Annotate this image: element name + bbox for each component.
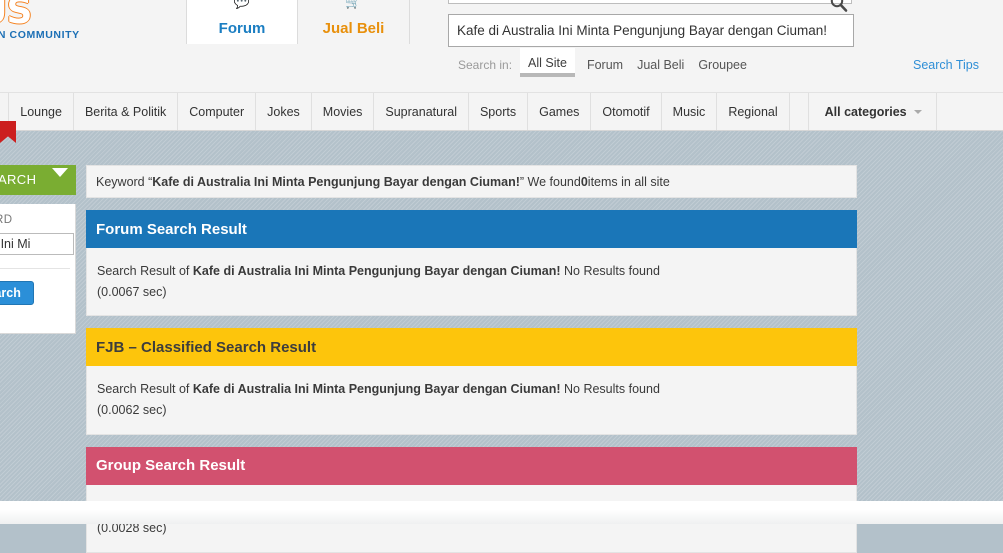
chevron-down-icon [913, 109, 922, 114]
nav-item-games[interactable]: Games [528, 93, 592, 130]
secondary-input-clipped[interactable] [448, 0, 852, 4]
keyword-prefix: Keyword “ [96, 174, 153, 189]
browser-bottom-chrome [0, 501, 1003, 524]
search-tips-link[interactable]: Search Tips [913, 56, 1003, 72]
nav-spacer [790, 93, 809, 130]
search-in-label: Search in: [458, 58, 513, 72]
logo-wordmark: KUS [0, 0, 32, 32]
category-navbar: s Lounge Berita & Politik Computer Jokes… [0, 92, 1003, 131]
scope-groupee[interactable]: Groupee [698, 56, 747, 72]
nav-item-berita-politik[interactable]: Berita & Politik [74, 93, 179, 130]
forum-body-prefix: Search Result of [97, 264, 193, 278]
filter-search-header[interactable]: R SEARCH [0, 165, 76, 195]
fjb-body-prefix: Search Result of [97, 382, 193, 397]
result-block-group: Group Search Result Search Result of Kaf… [86, 446, 857, 553]
keyword-middle: ” We found [519, 174, 581, 189]
search-area [448, 0, 856, 47]
site-header: KUS ONESIAN COMMUNITY 💬 Forum 🛒 Jual Bel… [0, 0, 1003, 92]
forum-body-status: No Results found [560, 264, 660, 278]
fjb-result-body: Search Result of Kafe di Australia Ini M… [86, 366, 857, 435]
forum-result-title: Forum Search Result [96, 220, 247, 238]
scope-forum[interactable]: Forum [587, 56, 623, 72]
site-logo[interactable]: KUS ONESIAN COMMUNITY [0, 0, 142, 41]
nav-item-sports[interactable]: Sports [469, 93, 529, 130]
forum-body-term: Kafe di Australia Ini Minta Pengunjung B… [192, 264, 561, 278]
fjb-result-header: FJB – Classified Search Result [86, 328, 857, 367]
scope-all-site[interactable]: All Site [520, 48, 575, 77]
keyword-input[interactable] [0, 233, 74, 255]
sidebar-search-button[interactable]: Search [0, 281, 34, 305]
nav-item-supranatural[interactable]: Supranatural [374, 93, 469, 130]
search-scope-row: Search in: All Site Forum Jual Beli Grou… [458, 48, 1003, 77]
tab-jual-beli-label: Jual Beli [322, 20, 385, 37]
forum-result-body: Search Result of Kafe di Australia Ini M… [86, 248, 857, 317]
nav-item-regional[interactable]: Regional [717, 93, 790, 130]
filter-search-title: R SEARCH [0, 172, 37, 187]
tab-forum-label: Forum [218, 20, 266, 37]
fjb-body-time: (0.0062 sec) [97, 402, 167, 417]
nav-item-movies[interactable]: Movies [312, 93, 375, 130]
keyword-term: Kafe di Australia Ini Minta Pengunjung B… [152, 174, 520, 189]
filter-divider [0, 268, 70, 269]
group-result-header: Group Search Result [86, 446, 857, 485]
search-input[interactable] [448, 14, 854, 47]
nav-item-jokes[interactable]: Jokes [256, 93, 312, 130]
search-icon[interactable] [827, 0, 851, 16]
tab-forum[interactable]: 💬 Forum [186, 0, 298, 44]
result-block-forum: Forum Search Result Search Result of Kaf… [86, 210, 857, 317]
nav-item-lounge[interactable]: Lounge [9, 93, 74, 130]
cart-icon: 🛒 [345, 0, 362, 9]
scope-jual-beli[interactable]: Jual Beli [637, 56, 684, 72]
primary-tabs: 💬 Forum 🛒 Jual Beli [186, 0, 410, 44]
keyword-suffix: items in all site [587, 174, 670, 189]
filter-sidebar: R SEARCH YWORD Search [0, 165, 76, 334]
chat-bubble-icon: 💬 [233, 0, 251, 9]
nav-item-music[interactable]: Music [662, 93, 718, 130]
forum-body-time: (0.0067 sec) [97, 284, 167, 299]
triangle-down-icon [52, 168, 68, 177]
filter-panel: YWORD Search [0, 204, 76, 334]
group-result-title: Group Search Result [96, 457, 246, 474]
result-block-fjb: FJB – Classified Search Result Search Re… [86, 328, 857, 435]
keyword-label: YWORD [0, 214, 13, 226]
all-categories-label: All categories [824, 104, 907, 119]
nav-item-otomotif[interactable]: Otomotif [591, 93, 662, 130]
fjb-body-status: No Results found [560, 382, 660, 397]
search-results-column: Keyword “Kafe di Australia Ini Minta Pen… [86, 165, 857, 553]
keyword-summary-bar: Keyword “Kafe di Australia Ini Minta Pen… [86, 165, 857, 198]
fjb-body-term: Kafe di Australia Ini Minta Pengunjung B… [192, 382, 561, 397]
nav-item-computer[interactable]: Computer [178, 93, 257, 130]
tab-jual-beli[interactable]: 🛒 Jual Beli [298, 0, 410, 44]
logo-tagline: ONESIAN COMMUNITY [0, 29, 80, 41]
fjb-result-title: FJB – Classified Search Result [96, 338, 317, 356]
forum-result-header: Forum Search Result [86, 210, 857, 248]
keyword-count: 0 [580, 174, 588, 189]
all-categories-dropdown[interactable]: All categories [809, 93, 937, 130]
